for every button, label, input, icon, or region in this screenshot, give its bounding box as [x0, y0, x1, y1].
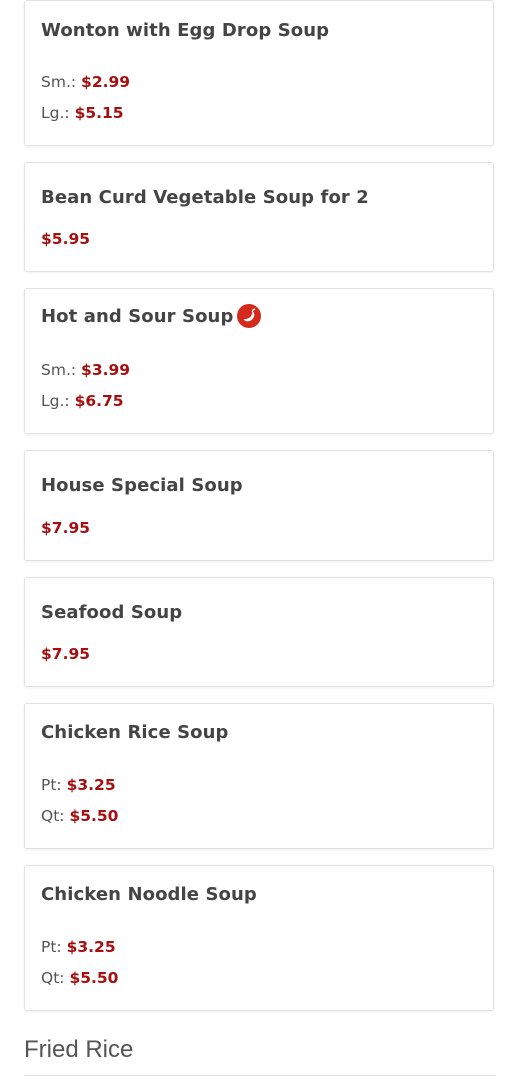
price-row: $5.95 — [41, 230, 90, 248]
section-divider — [24, 1075, 496, 1076]
price-row: Pt: $3.25 — [41, 938, 116, 956]
size-label: Pt: — [41, 938, 62, 956]
price-amount: $3.25 — [66, 938, 116, 956]
price-amount: $5.50 — [69, 807, 119, 825]
menu-item-card[interactable]: Chicken Rice Soup Pt: $3.25 Qt: $5.50 — [24, 703, 494, 849]
menu-item-name: House Special Soup — [41, 475, 243, 496]
price-row: Sm.: $3.99 — [41, 361, 130, 379]
menu-item-name: Seafood Soup — [41, 602, 183, 623]
price-amount: $5.95 — [41, 230, 91, 248]
size-label: Qt: — [41, 807, 65, 825]
menu-item-card[interactable]: Hot and Sour Soup Sm.: $3.99 Lg.: $6.75 — [24, 288, 494, 434]
price-amount: $5.15 — [74, 104, 124, 122]
chili-pepper-icon — [237, 304, 262, 328]
price-row: Qt: $5.50 — [41, 807, 118, 825]
menu-item-card[interactable]: Wonton with Egg Drop Soup Sm.: $2.99 Lg.… — [24, 0, 494, 146]
size-label: Lg.: — [41, 104, 70, 122]
price-row: Qt: $5.50 — [41, 969, 118, 987]
size-label: Lg.: — [41, 392, 70, 410]
price-row: $7.95 — [41, 645, 90, 663]
price-amount: $3.25 — [66, 776, 116, 794]
price-row: Pt: $3.25 — [41, 776, 116, 794]
size-label: Sm.: — [41, 73, 77, 91]
price-amount: $6.75 — [74, 392, 124, 410]
menu-item-name: Bean Curd Vegetable Soup for 2 — [41, 187, 369, 208]
soup-menu-list: Wonton with Egg Drop Soup Sm.: $2.99 Lg.… — [0, 0, 525, 1084]
price-amount: $3.99 — [81, 361, 131, 379]
price-row: $7.95 — [41, 519, 90, 537]
menu-item-card[interactable]: Chicken Noodle Soup Pt: $3.25 Qt: $5.50 — [24, 865, 494, 1011]
price-amount: $7.95 — [41, 645, 91, 663]
size-label: Qt: — [41, 969, 65, 987]
menu-item-card[interactable]: House Special Soup $7.95 — [24, 450, 494, 561]
menu-item-name-row: Hot and Sour Soup — [41, 304, 262, 328]
price-row: Sm.: $2.99 — [41, 73, 130, 91]
menu-item-card[interactable]: Seafood Soup $7.95 — [24, 577, 494, 687]
menu-item-name: Chicken Rice Soup — [41, 722, 229, 743]
section-heading: Fried Rice — [24, 1036, 134, 1063]
price-amount: $7.95 — [41, 519, 91, 537]
size-label: Sm.: — [41, 361, 77, 379]
price-amount: $2.99 — [81, 73, 131, 91]
price-row: Lg.: $5.15 — [41, 104, 124, 122]
menu-item-name: Wonton with Egg Drop Soup — [41, 20, 330, 41]
size-label: Pt: — [41, 776, 62, 794]
price-row: Lg.: $6.75 — [41, 392, 124, 410]
price-amount: $5.50 — [69, 969, 119, 987]
menu-item-name: Hot and Sour Soup — [41, 305, 234, 327]
menu-item-card[interactable]: Bean Curd Vegetable Soup for 2 $5.95 — [24, 162, 494, 272]
menu-item-name: Chicken Noodle Soup — [41, 884, 257, 905]
